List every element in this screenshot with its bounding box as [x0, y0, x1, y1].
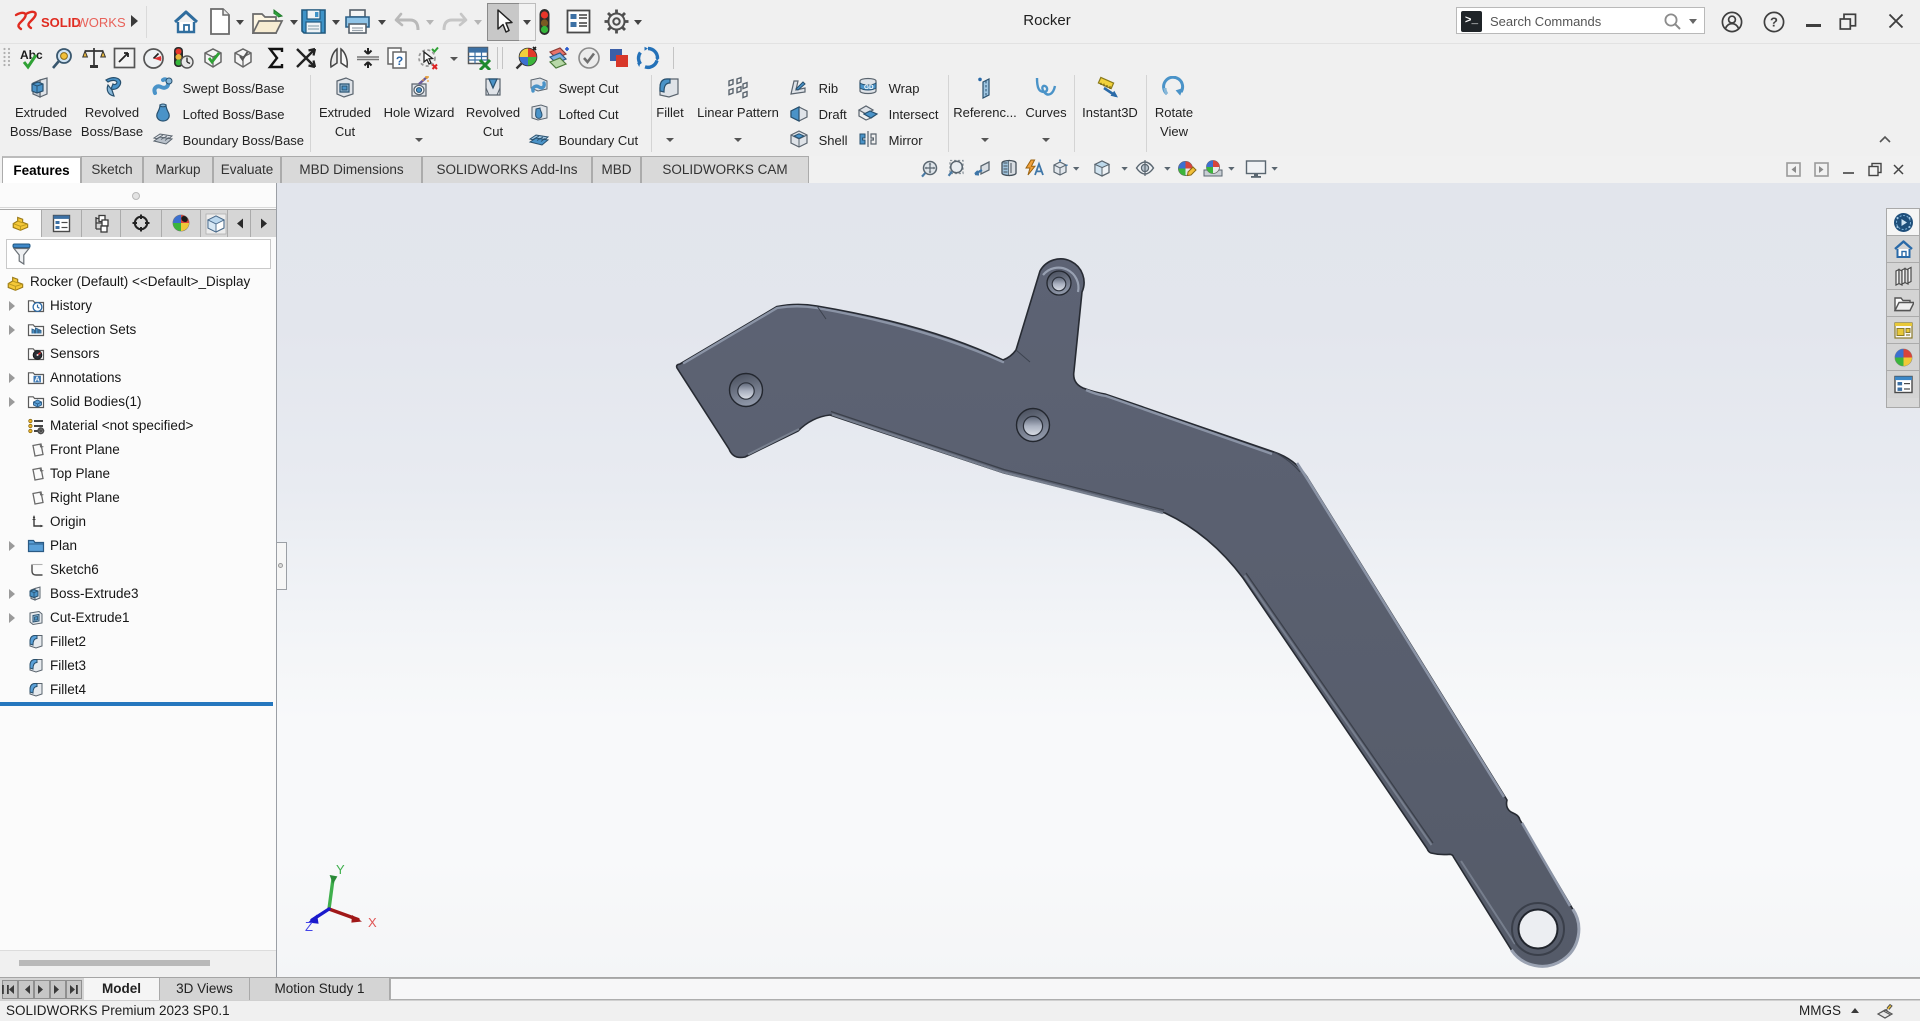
svg-text:Y: Y: [336, 862, 345, 877]
svg-text:GD: GD: [864, 84, 874, 91]
svg-text:?: ?: [1770, 15, 1778, 30]
svg-text:WORKS: WORKS: [77, 15, 126, 30]
svg-text:X: X: [368, 915, 377, 930]
svg-text:?: ?: [396, 54, 403, 68]
svg-text:Z: Z: [305, 919, 313, 934]
svg-text:A: A: [35, 375, 41, 384]
svg-text:SOLID: SOLID: [41, 15, 81, 30]
